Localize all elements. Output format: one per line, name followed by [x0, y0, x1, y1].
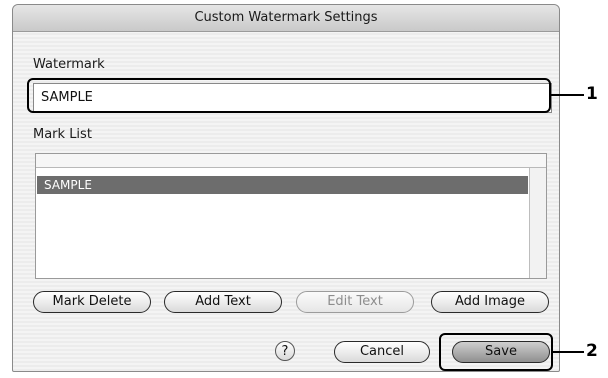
callout-leader-1 [551, 94, 584, 96]
list-scrollbar[interactable] [529, 168, 546, 278]
callout-leader-2 [553, 351, 584, 353]
add-text-button[interactable]: Add Text [164, 291, 282, 313]
callout-box-2 [439, 333, 553, 371]
callout-number-1: 1 [586, 84, 598, 104]
list-item-sample[interactable]: SAMPLE [37, 176, 528, 194]
mark-list-label: Mark List [33, 127, 92, 142]
edit-text-button: Edit Text [296, 291, 414, 313]
mark-list[interactable]: SAMPLE [35, 153, 547, 279]
add-image-button[interactable]: Add Image [431, 291, 549, 313]
callout-box-1 [27, 78, 551, 113]
list-header [36, 154, 546, 168]
watermark-label: Watermark [33, 57, 105, 72]
callout-number-2: 2 [586, 341, 598, 361]
dialog-title: Custom Watermark Settings [13, 5, 559, 32]
cancel-button[interactable]: Cancel [334, 341, 430, 363]
mark-delete-button[interactable]: Mark Delete [33, 291, 151, 313]
custom-watermark-dialog: Custom Watermark Settings Watermark SAMP… [12, 4, 560, 372]
help-icon[interactable]: ? [275, 341, 295, 361]
